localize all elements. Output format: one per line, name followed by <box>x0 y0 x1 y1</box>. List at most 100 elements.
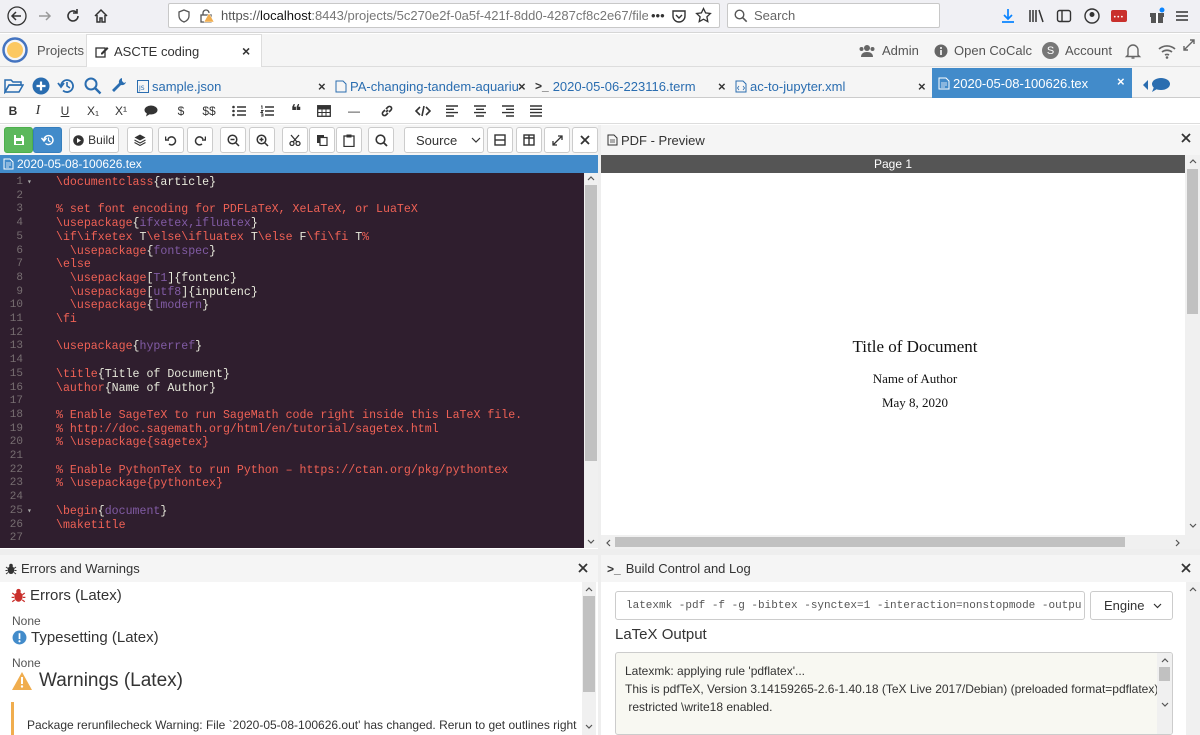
quote-button[interactable]: ❝ <box>283 100 309 122</box>
project-tab-ascte[interactable]: ASCTE coding × <box>86 34 262 68</box>
fold-toggle-icon[interactable]: ▾ <box>27 176 32 190</box>
redo-button[interactable] <box>187 127 213 153</box>
cut-button[interactable] <box>282 127 308 153</box>
latex-output-log[interactable]: Latexmk: applying rule 'pdflatex'... Thi… <box>615 652 1173 735</box>
preview-horizontal-scrollbar[interactable] <box>601 535 1200 549</box>
pdf-page[interactable]: Title of Document Name of Author May 8, … <box>601 173 1185 535</box>
fold-toggle-icon[interactable]: ▾ <box>27 505 32 519</box>
wrench-icon[interactable] <box>110 77 128 95</box>
bold-button[interactable]: B <box>0 100 26 122</box>
preview-vertical-scrollbar[interactable] <box>1185 155 1200 535</box>
code-line[interactable]: \usepackage{hyperref} <box>56 340 202 354</box>
account-avatar-icon[interactable] <box>1084 8 1100 24</box>
numbered-list-button[interactable] <box>254 100 280 122</box>
time-travel-button[interactable] <box>33 127 62 153</box>
save-button[interactable] <box>4 127 33 153</box>
folder-open-icon[interactable] <box>4 77 24 94</box>
horizontal-rule-button[interactable]: — <box>341 100 367 122</box>
underline-button[interactable]: U <box>52 100 78 122</box>
build-button[interactable]: Build <box>69 127 119 153</box>
search-files-icon[interactable] <box>84 77 102 95</box>
sidebar-icon[interactable] <box>1056 8 1072 24</box>
expand-icon[interactable] <box>544 127 570 153</box>
bookmark-star-icon[interactable] <box>695 7 712 24</box>
chat-toggle-icon[interactable] <box>1142 77 1172 93</box>
browser-search-input[interactable]: Search <box>727 3 940 28</box>
gift-icon[interactable] <box>1148 7 1166 25</box>
zoom-out-button[interactable] <box>220 127 246 153</box>
italic-button[interactable]: I <box>25 100 51 122</box>
editor-scrollbar[interactable] <box>584 173 598 548</box>
code-line[interactable]: \author{Name of Author} <box>56 382 216 396</box>
source-select[interactable]: Source <box>404 127 484 153</box>
close-frame-button[interactable] <box>572 127 598 153</box>
close-tab-icon[interactable]: × <box>518 75 526 97</box>
code-line[interactable]: \title{Title of Document} <box>56 368 230 382</box>
tab-sample-json[interactable]: JS sample.json <box>137 75 322 97</box>
build-command-input[interactable]: latexmk -pdf -f -g -bibtex -synctex=1 -i… <box>615 591 1085 620</box>
engine-dropdown[interactable]: Engine <box>1090 591 1173 620</box>
math-display-button[interactable]: $$ <box>196 100 222 122</box>
align-center-button[interactable] <box>467 100 493 122</box>
open-cocalc-button[interactable]: Open CoCalc <box>934 34 1032 67</box>
history-icon[interactable] <box>57 77 76 95</box>
close-project-icon[interactable]: × <box>242 43 250 59</box>
home-icon[interactable] <box>90 5 112 27</box>
page-actions-icon[interactable]: ••• <box>648 8 668 23</box>
bullet-list-button[interactable] <box>226 100 252 122</box>
align-right-button[interactable] <box>495 100 521 122</box>
code-line[interactable]: \usepackage[utf8]{inputenc} <box>56 286 258 300</box>
undo-button[interactable] <box>158 127 184 153</box>
build-sync-button[interactable] <box>127 127 153 153</box>
code-line[interactable]: \maketitle <box>56 519 126 533</box>
code-line[interactable]: \begin{document} <box>56 505 167 519</box>
code-line[interactable]: % Enable SageTeX to run SageMath code ri… <box>56 409 522 423</box>
reload-icon[interactable] <box>62 5 84 27</box>
close-build-icon[interactable] <box>1181 563 1191 573</box>
fullscreen-icon[interactable] <box>1182 38 1196 52</box>
extension-icon[interactable]: ••• <box>1110 7 1128 25</box>
align-left-button[interactable] <box>439 100 465 122</box>
code-line[interactable]: \usepackage{lmodern} <box>56 299 209 313</box>
cocalc-logo-icon[interactable] <box>2 37 28 63</box>
paste-button[interactable] <box>336 127 362 153</box>
code-line[interactable]: % Enable PythonTeX to run Python – https… <box>56 464 508 478</box>
table-button[interactable] <box>311 100 337 122</box>
copy-button[interactable] <box>309 127 335 153</box>
back-icon[interactable] <box>6 5 28 27</box>
code-line[interactable]: % \usepackage{sagetex} <box>56 436 209 450</box>
tab-terminal[interactable]: >_ 2020-05-06-223116.term <box>535 75 720 97</box>
superscript-button[interactable]: X¹ <box>108 100 134 122</box>
zoom-in-button[interactable] <box>249 127 275 153</box>
admin-button[interactable]: Admin <box>858 34 919 67</box>
connection-wifi-icon[interactable] <box>1157 43 1177 59</box>
pocket-icon[interactable] <box>671 8 687 24</box>
insecure-lock-icon[interactable] <box>199 8 215 23</box>
code-line[interactable]: \fi <box>56 313 77 327</box>
code-line[interactable]: % \usepackage{pythontex} <box>56 477 223 491</box>
align-justify-button[interactable] <box>523 100 549 122</box>
code-button[interactable] <box>410 100 436 122</box>
tab-ac-to-jupyter[interactable]: ac-to-jupyter.xml <box>735 75 918 97</box>
account-button[interactable]: S Account <box>1042 34 1112 67</box>
errors-scrollbar[interactable] <box>582 582 596 735</box>
code-editor[interactable]: 1 ▾ \documentclass{article} 2 3 % set font en… <box>0 173 584 548</box>
comment-button[interactable] <box>138 100 164 122</box>
bell-icon[interactable] <box>1124 42 1142 60</box>
download-icon[interactable] <box>1000 8 1016 24</box>
code-line[interactable]: % set font encoding for PDFLaTeX, XeLaTe… <box>56 203 418 217</box>
code-line[interactable]: \usepackage{fontspec} <box>56 245 216 259</box>
close-preview-icon[interactable] <box>1181 133 1191 143</box>
code-line[interactable]: % http://doc.sagemath.org/html/en/tutori… <box>56 423 439 437</box>
build-scrollbar[interactable] <box>1186 582 1200 735</box>
library-icon[interactable] <box>1028 8 1046 24</box>
code-line[interactable]: \documentclass{article} <box>56 176 216 190</box>
warning-message[interactable]: Package rerunfilecheck Warning: File `20… <box>27 718 577 732</box>
hamburger-menu-icon[interactable] <box>1174 8 1190 24</box>
code-line[interactable]: \else <box>56 258 91 272</box>
close-errors-icon[interactable] <box>578 563 588 573</box>
code-line[interactable]: \usepackage{ifxetex,ifluatex} <box>56 217 258 231</box>
close-tab-icon[interactable]: × <box>1117 74 1125 89</box>
new-file-plus-icon[interactable] <box>32 77 50 95</box>
projects-tab[interactable]: Projects <box>29 34 92 67</box>
